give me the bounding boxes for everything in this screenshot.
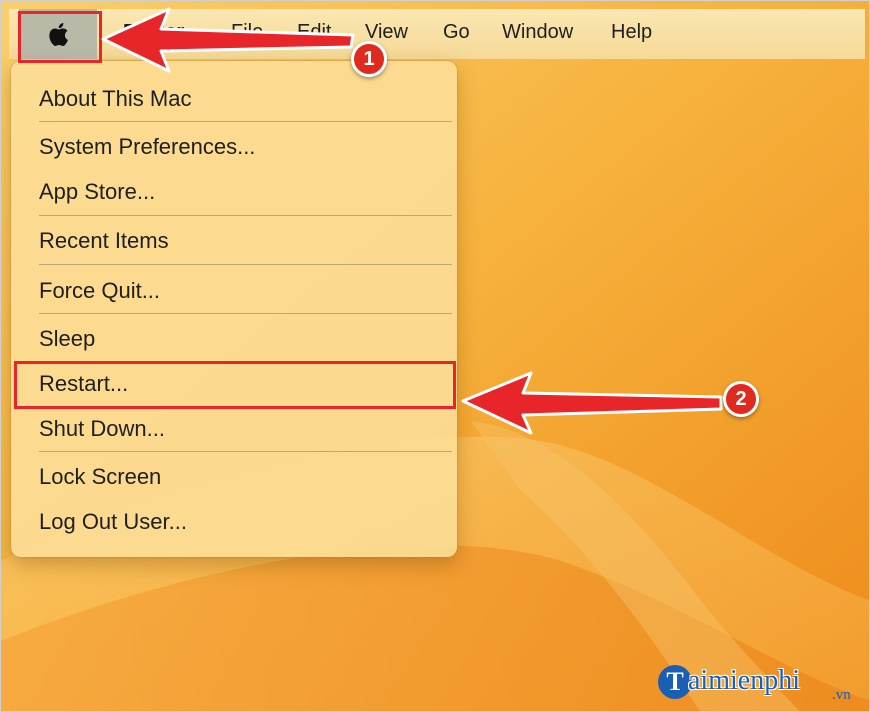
step-badge-2: 2 xyxy=(723,381,759,417)
watermark-tld: .vn xyxy=(832,687,851,703)
watermark-logo-icon: T xyxy=(658,665,692,699)
step-badge-1: 1 xyxy=(351,41,387,77)
watermark: T aimienphi .vn xyxy=(656,663,866,711)
arrow-to-apple-menu xyxy=(101,7,355,73)
annotation-arrows xyxy=(101,7,723,435)
watermark-brand: aimienphi xyxy=(688,665,800,696)
screenshot-frame: Finder File Edit View Go Window Help Abo… xyxy=(0,0,870,712)
arrow-to-restart xyxy=(461,371,723,435)
